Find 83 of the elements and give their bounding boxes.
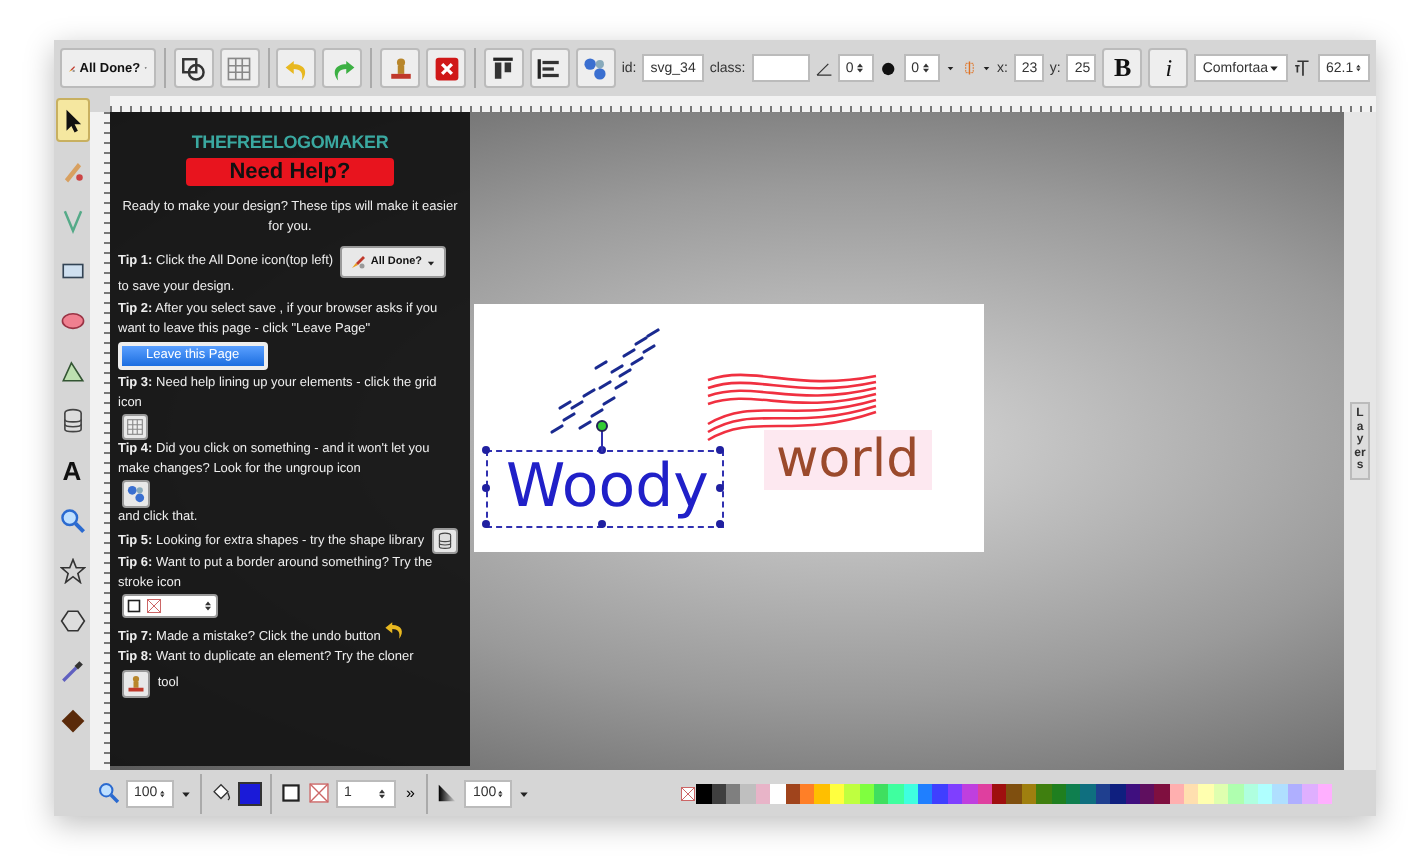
spinner-icon	[157, 787, 166, 799]
text-size-icon	[1294, 56, 1313, 80]
triangle-icon	[59, 357, 85, 383]
align-left-icon	[536, 55, 563, 81]
redo-icon	[329, 55, 356, 81]
group-button[interactable]	[173, 48, 214, 88]
canvas-text[interactable]: Woody	[494, 454, 721, 522]
spinner-icon	[854, 62, 867, 74]
delete-button[interactable]	[426, 48, 467, 88]
hexagon-icon	[59, 607, 85, 633]
no-color-icon	[680, 783, 697, 803]
palette-swatch[interactable]	[1154, 783, 1170, 803]
help-heading: Need Help?	[186, 158, 394, 186]
spinner-icon	[376, 787, 388, 799]
palette-swatch[interactable]	[1036, 783, 1052, 803]
palette-swatch[interactable]	[962, 783, 978, 803]
square-icon	[280, 782, 302, 804]
fill-color-swatch[interactable]	[238, 781, 262, 805]
palette-swatch[interactable]	[1302, 783, 1318, 803]
pencil-icon	[59, 157, 85, 183]
undo-icon	[283, 55, 310, 81]
palette-swatch[interactable]	[888, 783, 904, 803]
rotate-handle[interactable]	[596, 420, 608, 452]
palette-swatch[interactable]	[1184, 783, 1199, 803]
align-left-button[interactable]	[529, 48, 570, 88]
opacity-icon	[436, 782, 459, 804]
zoom-icon	[98, 782, 120, 804]
canvas-text[interactable]: world	[764, 430, 932, 490]
palette-swatch[interactable]	[844, 783, 859, 803]
text-tool[interactable]: A	[55, 448, 89, 492]
cylinder-icon	[59, 407, 85, 433]
bucket-icon	[210, 782, 232, 804]
caret-icon	[1268, 62, 1281, 74]
palette-swatch[interactable]	[740, 783, 756, 803]
caret-icon	[180, 787, 192, 799]
palette-swatch[interactable]	[1258, 783, 1273, 803]
delete-icon	[433, 55, 460, 81]
group-icon	[180, 55, 207, 81]
grid-icon	[226, 55, 253, 81]
spinner-icon	[1353, 62, 1363, 74]
blur-icon	[880, 57, 898, 79]
zoom-icon	[59, 507, 85, 533]
caret-icon	[981, 62, 991, 74]
palette-swatch[interactable]	[770, 783, 786, 803]
palette-swatch[interactable]	[1198, 783, 1214, 803]
ungroup-icon	[582, 55, 609, 81]
caret-icon	[426, 257, 437, 267]
pen-icon	[59, 207, 85, 233]
flip-icon	[961, 56, 976, 80]
palette-swatch[interactable]	[1272, 783, 1288, 803]
bold-button[interactable]: B	[1102, 48, 1143, 88]
italic-button[interactable]: i	[1148, 48, 1189, 88]
palette-swatch[interactable]	[1006, 783, 1022, 803]
undo-arrow-icon	[384, 618, 407, 641]
no-color-icon	[308, 782, 330, 804]
palette-swatch[interactable]	[1080, 783, 1096, 803]
more-button[interactable]: »	[402, 784, 419, 802]
logo-text: THEFREELOGOMAKER	[189, 132, 391, 152]
diamond-icon	[59, 707, 85, 733]
brush-icon	[350, 254, 367, 270]
clone-button[interactable]	[380, 48, 421, 88]
align-top-button[interactable]	[483, 48, 524, 88]
spinner-icon	[496, 787, 505, 799]
palette-swatch[interactable]	[1228, 783, 1244, 803]
spinner-icon	[920, 62, 933, 74]
palette-swatch[interactable]	[992, 783, 1007, 803]
ungroup-button[interactable]	[575, 48, 616, 88]
class-field[interactable]	[751, 54, 810, 82]
caret-icon	[946, 62, 955, 74]
stamp-icon	[387, 55, 414, 81]
ellipse-icon	[59, 307, 85, 333]
star-icon	[59, 557, 85, 583]
align-top-icon	[490, 55, 517, 81]
eyedropper-icon	[59, 657, 85, 683]
spinner-icon	[202, 600, 214, 613]
select-arrow-tool[interactable]	[55, 98, 89, 142]
palette-swatch[interactable]	[814, 783, 830, 803]
palette-swatch[interactable]	[1110, 783, 1126, 803]
redo-button[interactable]	[322, 48, 363, 88]
palette-swatch[interactable]	[696, 783, 712, 803]
palette-swatch[interactable]	[918, 783, 933, 803]
palette-swatch[interactable]	[932, 783, 948, 803]
caret-icon	[518, 787, 531, 799]
